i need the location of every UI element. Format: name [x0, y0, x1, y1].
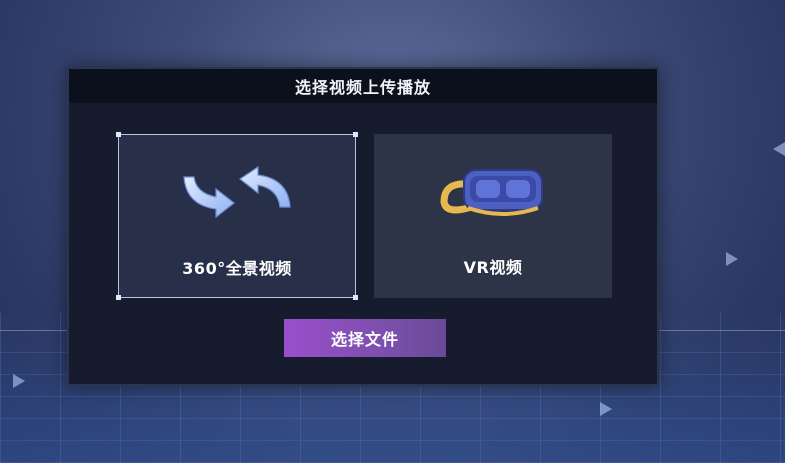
option-label-vr-video: VR视频 [463, 258, 523, 277]
dialog-header: 选择视频上传播放 [69, 69, 657, 103]
option-card-vr-video[interactable]: VR视频 [374, 134, 612, 298]
rotate-360-icon [172, 163, 302, 229]
background-triangle-far-right [773, 142, 785, 156]
upload-dialog: 选择视频上传播放 360°全景视频 VR视频 选择文件 [67, 67, 659, 386]
background-triangle-left [13, 374, 25, 388]
vr-headset-icon [438, 162, 548, 228]
background-triangle-right [726, 252, 738, 266]
select-file-button[interactable]: 选择文件 [284, 319, 446, 357]
selection-corner-top-left [116, 132, 121, 137]
background-triangle-bottom [600, 402, 612, 416]
option-card-360-video[interactable]: 360°全景视频 [116, 132, 358, 300]
dialog-title: 选择视频上传播放 [294, 78, 431, 97]
selection-corner-top-right [353, 132, 358, 137]
selection-corner-bottom-right [353, 295, 358, 300]
option-label-360-video: 360°全景视频 [182, 259, 292, 278]
selection-corner-bottom-left [116, 295, 121, 300]
